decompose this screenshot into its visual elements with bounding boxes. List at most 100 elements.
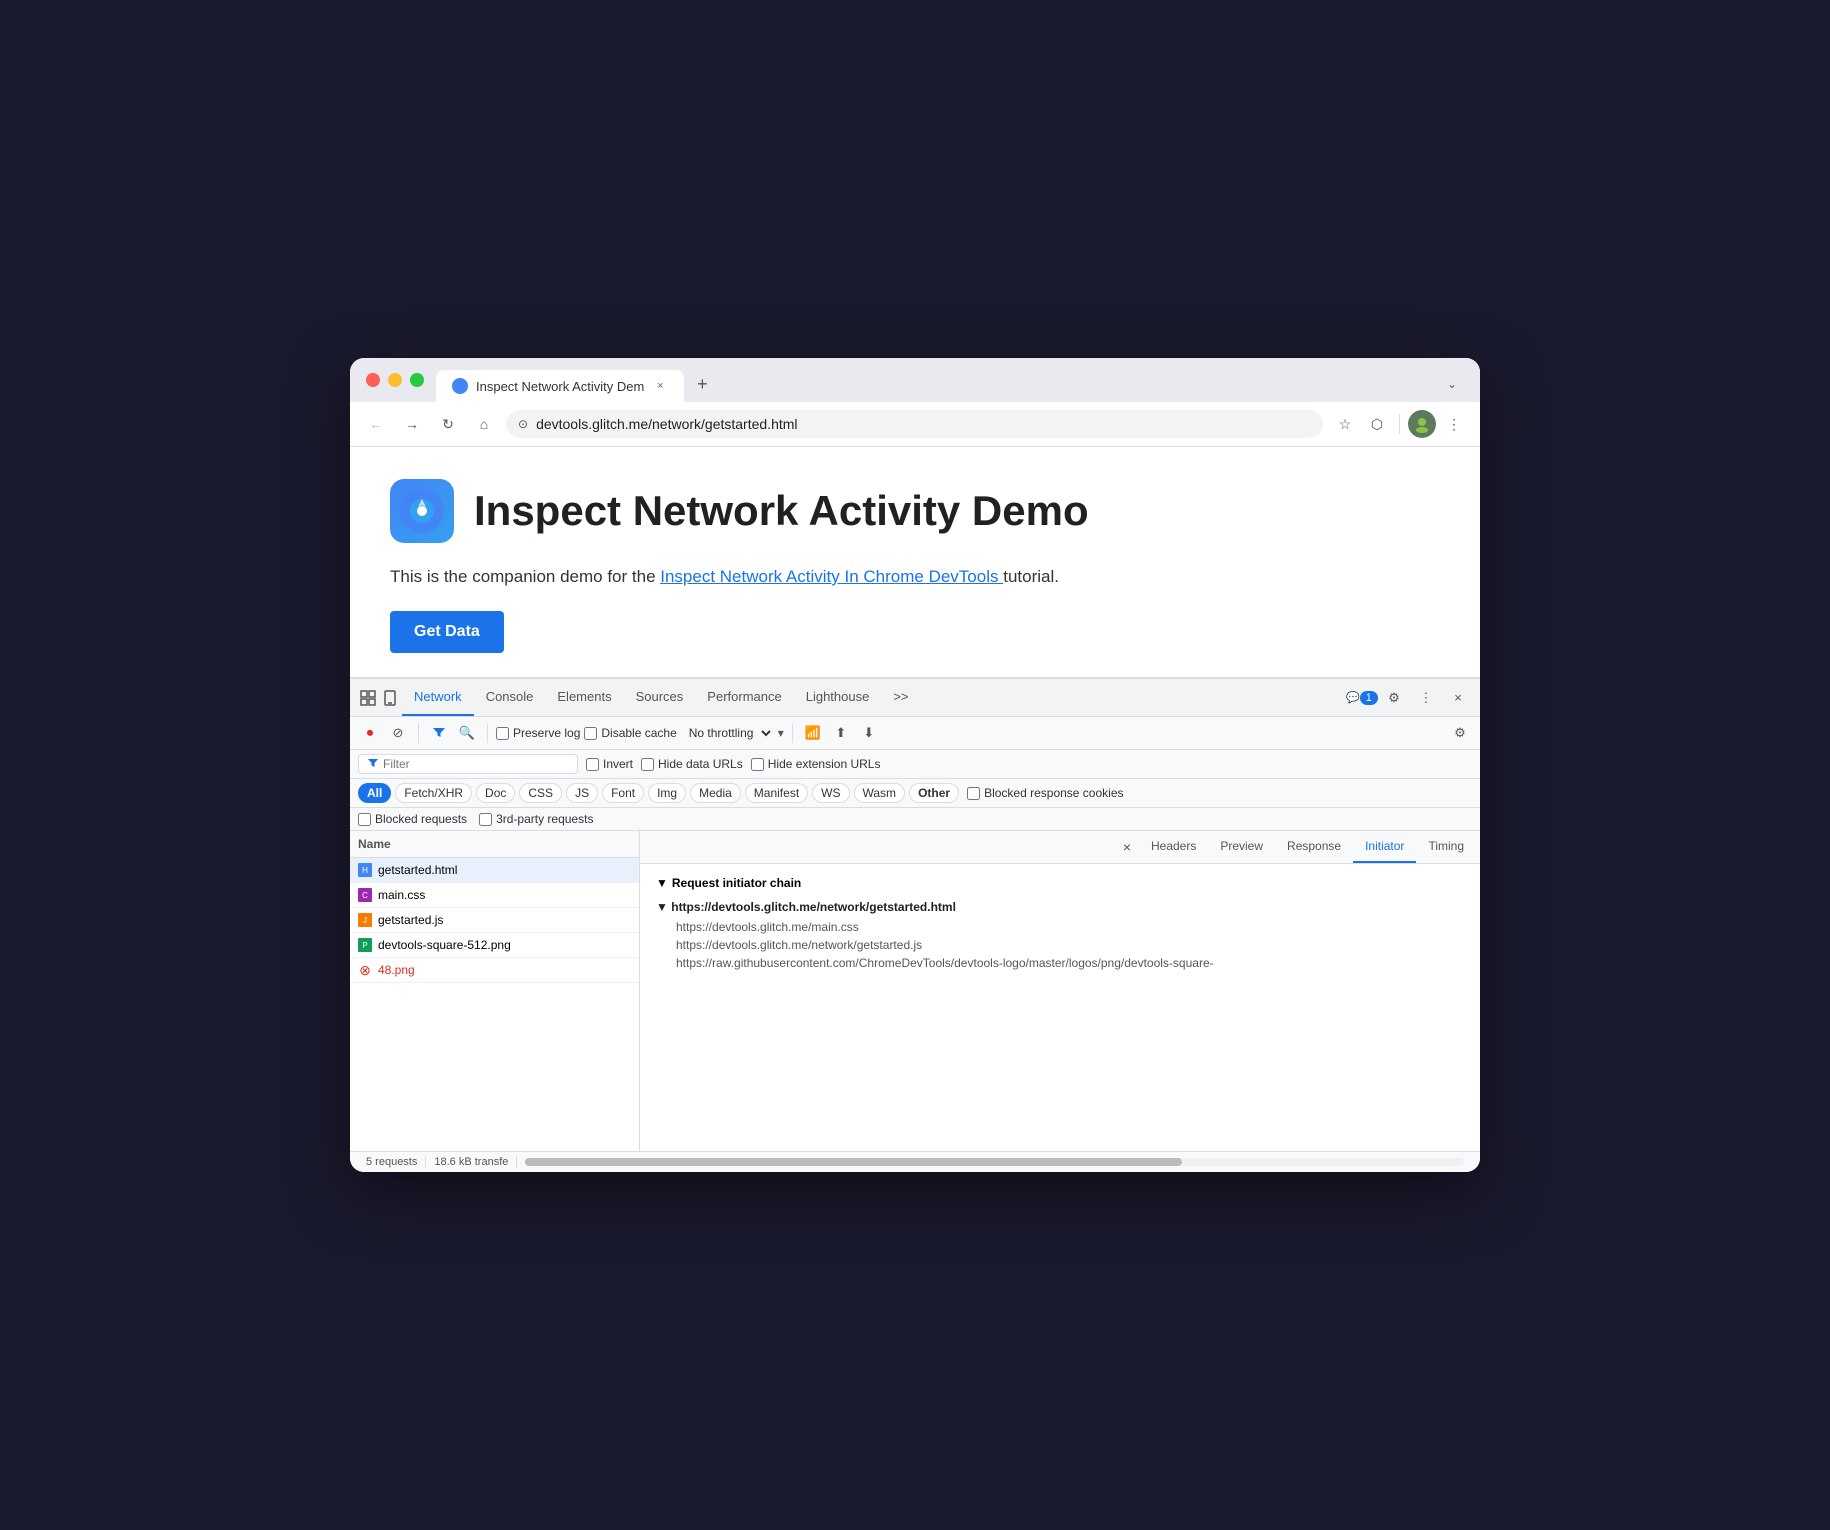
preview-tab[interactable]: Preview [1208,831,1275,863]
tab-favicon [452,378,468,394]
extensions-button[interactable]: ⬡ [1363,410,1391,438]
blocked-cookies-label[interactable]: Blocked response cookies [967,786,1123,800]
filter-other-button[interactable]: Other [909,783,959,803]
filter-manifest-button[interactable]: Manifest [745,783,808,803]
address-text: devtools.glitch.me/network/getstarted.ht… [536,416,1311,432]
hide-extension-urls-label[interactable]: Hide extension URLs [751,757,881,771]
filter-css-button[interactable]: CSS [519,783,562,803]
network-item-devtools-png[interactable]: P devtools-square-512.png [350,933,639,958]
hide-data-urls-label[interactable]: Hide data URLs [641,757,743,771]
toolbar-separator-3 [792,723,793,743]
devtools-tab-performance[interactable]: Performance [695,679,793,716]
toolbar-separator-1 [418,723,419,743]
chain-main-url[interactable]: ▼ https://devtools.glitch.me/network/get… [656,898,1464,916]
tabs-dropdown-icon[interactable]: ⌄ [1440,372,1464,396]
devtools-inspect-icon[interactable] [358,688,378,708]
devtools-tutorial-link[interactable]: Inspect Network Activity In Chrome DevTo… [660,567,1003,586]
get-data-button[interactable]: Get Data [390,611,504,653]
chain-sub-url-3[interactable]: https://raw.githubusercontent.com/Chrome… [656,954,1464,972]
third-party-requests-checkbox[interactable] [479,813,492,826]
devtools-close-button[interactable]: × [1444,684,1472,712]
filter-input[interactable] [383,757,543,771]
search-button[interactable]: 🔍 [455,721,479,745]
headers-tab[interactable]: Headers [1139,831,1208,863]
devtools-messages-button[interactable]: 💬 1 [1348,684,1376,712]
devtools-tab-more[interactable]: >> [881,679,920,716]
blocked-requests-label[interactable]: Blocked requests [358,812,467,826]
network-main-area: Name H getstarted.html C main.css J gets… [350,831,1480,1151]
response-tab[interactable]: Response [1275,831,1353,863]
devtools-more-button[interactable]: ⋮ [1412,684,1440,712]
forward-button[interactable]: → [398,410,426,438]
filter-font-button[interactable]: Font [602,783,644,803]
timing-tab[interactable]: Timing [1416,831,1476,863]
devtools-device-icon[interactable] [380,688,400,708]
throttle-select[interactable]: No throttling [681,723,774,743]
horizontal-scrollbar[interactable] [525,1158,1464,1166]
browser-tab-active[interactable]: Inspect Network Activity Dem × [436,370,684,402]
chain-sub-url-2[interactable]: https://devtools.glitch.me/network/getst… [656,936,1464,954]
clear-button[interactable]: ⊘ [386,721,410,745]
network-settings-button[interactable]: ⚙ [1448,721,1472,745]
traffic-light-red[interactable] [366,373,380,387]
tab-close-button[interactable]: × [652,378,668,394]
initiator-panel: × Headers Preview Response Initiator Tim… [640,831,1480,1151]
blocked-requests-checkbox[interactable] [358,813,371,826]
filter-all-button[interactable]: All [358,783,391,803]
filter-toggle-button[interactable] [427,721,451,745]
back-button[interactable]: ← [362,410,390,438]
download-icon[interactable]: ⬇ [857,721,881,745]
record-button[interactable]: ⏺ [358,721,382,745]
blocked-cookies-text: Blocked response cookies [984,786,1123,800]
filter-js-button[interactable]: JS [566,783,598,803]
throttle-dropdown-icon: ▾ [778,726,784,740]
menu-button[interactable]: ⋮ [1440,410,1468,438]
devtools-tab-elements[interactable]: Elements [545,679,623,716]
filter-wasm-button[interactable]: Wasm [854,783,906,803]
devtools-tab-console[interactable]: Console [474,679,546,716]
devtools-tab-network[interactable]: Network [402,679,474,716]
third-party-requests-text: 3rd-party requests [496,812,593,826]
filter-media-button[interactable]: Media [690,783,741,803]
hide-extension-urls-checkbox[interactable] [751,758,764,771]
upload-icon[interactable]: ⬆ [829,721,853,745]
filter-doc-button[interactable]: Doc [476,783,515,803]
panel-close-button[interactable]: × [1115,835,1139,859]
filter-input-container[interactable] [358,754,578,774]
hide-data-urls-checkbox[interactable] [641,758,654,771]
requests-count: 5 requests [358,1156,426,1168]
invert-checkbox[interactable] [586,758,599,771]
disable-cache-label[interactable]: Disable cache [584,726,676,740]
network-item-getstarted-js[interactable]: J getstarted.js [350,908,639,933]
online-icon[interactable]: 📶 [801,721,825,745]
new-tab-button[interactable]: + [688,370,716,398]
devtools-message-icon: 💬 [1346,691,1360,704]
profile-avatar[interactable] [1408,410,1436,438]
home-button[interactable]: ⌂ [470,410,498,438]
traffic-light-yellow[interactable] [388,373,402,387]
blocked-cookies-checkbox[interactable] [967,787,980,800]
network-item-48-png[interactable]: ⊗ 48.png [350,958,639,983]
initiator-tab[interactable]: Initiator [1353,831,1416,863]
network-item-main-css[interactable]: C main.css [350,883,639,908]
filter-img-button[interactable]: Img [648,783,686,803]
preserve-log-checkbox[interactable] [496,727,509,740]
preserve-log-label[interactable]: Preserve log [496,726,580,740]
address-bar[interactable]: ⊙ devtools.glitch.me/network/getstarted.… [506,410,1323,438]
filter-fetch-xhr-button[interactable]: Fetch/XHR [395,783,472,803]
bookmark-button[interactable]: ☆ [1331,410,1359,438]
traffic-light-green[interactable] [410,373,424,387]
devtools-tab-sources[interactable]: Sources [624,679,696,716]
chain-sub-url-1[interactable]: https://devtools.glitch.me/main.css [656,918,1464,936]
third-party-requests-label[interactable]: 3rd-party requests [479,812,593,826]
devtools-settings-button[interactable]: ⚙ [1380,684,1408,712]
filter-ws-button[interactable]: WS [812,783,849,803]
invert-label[interactable]: Invert [586,757,633,771]
disable-cache-checkbox[interactable] [584,727,597,740]
devtools-tab-lighthouse[interactable]: Lighthouse [794,679,882,716]
network-item-getstarted-html[interactable]: H getstarted.html [350,858,639,883]
reload-button[interactable]: ↻ [434,410,462,438]
browser-window: Inspect Network Activity Dem × + ⌄ ← → ↻… [350,358,1480,1172]
devtools-right-actions: 💬 1 ⚙ ⋮ × [1348,684,1472,712]
filter-bar: Invert Hide data URLs Hide extension URL… [350,750,1480,779]
